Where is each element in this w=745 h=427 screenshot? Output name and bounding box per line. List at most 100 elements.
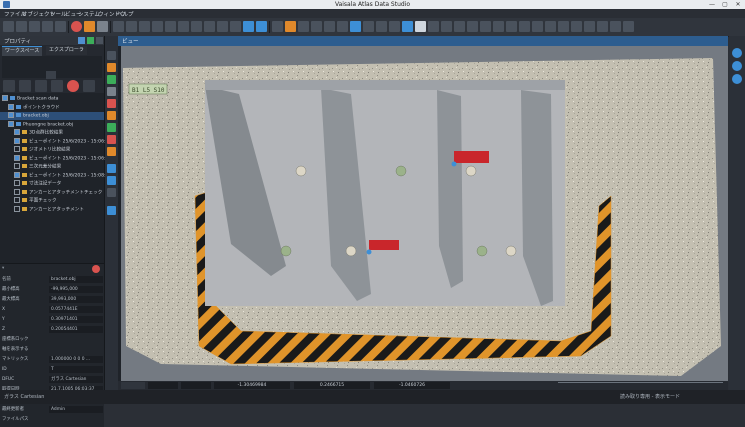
panel-settings-icon[interactable]	[83, 80, 95, 92]
coord-mode-select[interactable]	[121, 382, 145, 389]
sphere-icon[interactable]	[415, 21, 426, 32]
camera-icon[interactable]	[454, 21, 465, 32]
tool-h-icon[interactable]	[107, 135, 116, 144]
tree-item[interactable]: Phuongne bracket.obj	[0, 120, 104, 129]
layout-7-icon[interactable]	[191, 21, 202, 32]
minimize-button[interactable]: —	[706, 0, 718, 9]
tree-item[interactable]: アンカーとアタッチメント	[0, 205, 104, 214]
layout-10-icon[interactable]	[230, 21, 241, 32]
front-view-icon[interactable]	[532, 21, 543, 32]
zoom-slider[interactable]	[558, 382, 723, 390]
stop-icon[interactable]	[67, 80, 79, 92]
select-icon[interactable]	[256, 21, 267, 32]
hide-icon[interactable]	[298, 21, 309, 32]
scale-icon[interactable]	[363, 21, 374, 32]
compass-icon[interactable]	[732, 48, 742, 58]
tool-k-icon[interactable]	[107, 176, 116, 185]
undo-icon[interactable]	[84, 21, 95, 32]
panel-close-icon[interactable]	[96, 37, 103, 44]
menu-system[interactable]: システム	[78, 10, 100, 18]
mesh-icon[interactable]	[610, 21, 621, 32]
visibility-checkbox[interactable]	[8, 120, 14, 127]
tree-item[interactable]: ジオメトリ比較結果	[0, 146, 104, 154]
point-tool-icon[interactable]	[272, 21, 283, 32]
float-icon[interactable]	[87, 37, 94, 44]
annotate-icon[interactable]	[584, 21, 595, 32]
filter-icon[interactable]	[19, 80, 31, 92]
tree-item[interactable]: 平面チェック	[0, 197, 104, 205]
tool-l-icon[interactable]	[107, 188, 116, 197]
cube-view-icon[interactable]	[402, 21, 413, 32]
layout-1-icon[interactable]	[113, 21, 124, 32]
export-icon[interactable]	[55, 21, 66, 32]
search-tree-icon[interactable]	[51, 80, 63, 92]
properties-close-icon[interactable]	[92, 265, 100, 273]
close-button[interactable]: ✕	[732, 0, 744, 9]
ruler-icon[interactable]	[376, 21, 387, 32]
visibility-checkbox[interactable]	[14, 154, 20, 161]
visibility-checkbox[interactable]	[14, 146, 20, 152]
tree-item[interactable]: 三次元差分結果	[0, 163, 104, 171]
tree-item[interactable]: Bracket scan data	[0, 95, 104, 103]
side-view-icon[interactable]	[545, 21, 556, 32]
visibility-checkbox[interactable]	[14, 129, 20, 135]
visibility-checkbox[interactable]	[14, 197, 20, 203]
color-icon[interactable]	[428, 21, 439, 32]
property-value[interactable]: bracket.obj	[49, 276, 103, 283]
property-value[interactable]: 39,993,000	[49, 296, 103, 303]
tree-item[interactable]: アンカーとアタッチメントチェック	[0, 188, 104, 197]
pan-icon[interactable]	[467, 21, 478, 32]
new-file-icon[interactable]	[3, 21, 14, 32]
tree-item[interactable]: 寸法注記データ	[0, 180, 104, 188]
field-b[interactable]	[181, 382, 211, 389]
measure-icon[interactable]	[311, 21, 322, 32]
tab-explorer[interactable]: エクスプローラ	[46, 46, 87, 55]
search-icon[interactable]	[324, 21, 335, 32]
tree-item[interactable]: ビューポイント 25/6/2023 - 15:06:19	[0, 137, 111, 146]
tool-e-icon[interactable]	[107, 99, 116, 108]
lock-view-icon[interactable]	[732, 74, 742, 84]
property-value[interactable]: 0.20054401	[49, 326, 103, 333]
iso-view-icon[interactable]	[558, 21, 569, 32]
3d-viewport[interactable]: B1 L5 S10	[121, 46, 728, 381]
property-value[interactable]: ガラス Cartesian	[49, 376, 103, 383]
viewport-tab[interactable]: ビュー	[118, 36, 728, 46]
visibility-checkbox[interactable]	[14, 188, 20, 195]
tool-d-icon[interactable]	[107, 87, 116, 96]
grid-icon[interactable]	[350, 21, 361, 32]
tool-b-icon[interactable]	[107, 63, 116, 72]
layout-5-icon[interactable]	[165, 21, 176, 32]
tab-workspace[interactable]: ワークスペース	[2, 46, 43, 56]
layout-8-icon[interactable]	[204, 21, 215, 32]
visibility-checkbox[interactable]	[14, 205, 20, 212]
section-icon[interactable]	[389, 21, 400, 32]
property-value[interactable]: 0.0577441E	[49, 306, 103, 313]
visibility-checkbox[interactable]	[14, 171, 20, 178]
tool-a-icon[interactable]	[107, 51, 116, 60]
import-icon[interactable]	[42, 21, 53, 32]
tree-item[interactable]: 3D点群比較結果	[0, 129, 104, 137]
field-a[interactable]	[148, 382, 178, 389]
tree-item[interactable]: ビューポイント 25/6/2023 - 15:08:07	[0, 171, 111, 180]
save-icon[interactable]	[29, 21, 40, 32]
delete-icon[interactable]	[3, 80, 15, 92]
maximize-button[interactable]: ▢	[719, 0, 731, 9]
camera-mode-icon[interactable]	[732, 61, 742, 71]
redo-icon[interactable]	[97, 21, 108, 32]
rotate-icon[interactable]	[480, 21, 491, 32]
settings-icon[interactable]	[623, 21, 634, 32]
crop-icon[interactable]	[337, 21, 348, 32]
property-value[interactable]: 0.30971401	[49, 316, 103, 323]
visibility-checkbox[interactable]	[2, 95, 8, 101]
light-icon[interactable]	[441, 21, 452, 32]
visibility-checkbox[interactable]	[14, 137, 20, 144]
lock-icon[interactable]	[46, 71, 56, 79]
top-view-icon[interactable]	[519, 21, 530, 32]
property-value[interactable]: 1.000000 0 0 0 ...	[49, 356, 103, 363]
layout-9-icon[interactable]	[217, 21, 228, 32]
layout-2-icon[interactable]	[126, 21, 137, 32]
tool-m-icon[interactable]	[107, 206, 116, 215]
open-folder-icon[interactable]	[16, 21, 27, 32]
visibility-checkbox[interactable]	[14, 163, 20, 169]
layout-11-icon[interactable]	[243, 21, 254, 32]
